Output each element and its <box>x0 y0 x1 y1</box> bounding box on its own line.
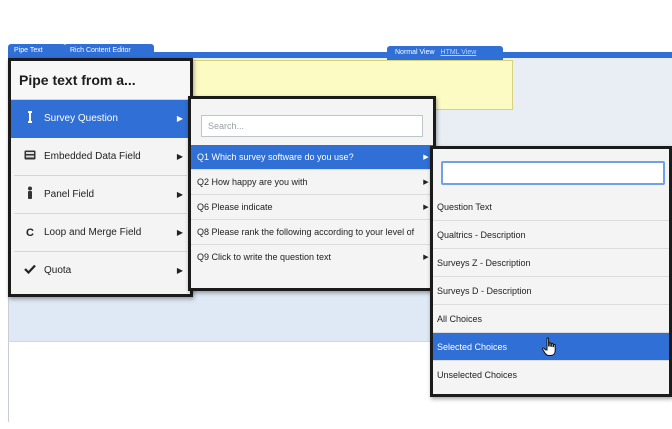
field-item-qualtrics-description[interactable]: Qualtrics - Description <box>433 221 669 249</box>
submenu-arrow-icon: ▶ <box>176 228 184 237</box>
field-item-surveys-d-description[interactable]: Surveys D - Description <box>433 277 669 305</box>
hand-cursor-icon <box>541 337 559 357</box>
question-search-wrap <box>191 99 433 145</box>
field-filter-wrap <box>433 149 669 193</box>
field-item-unselected-choices[interactable]: Unselected Choices <box>433 361 669 388</box>
panel-field-icon <box>20 186 40 203</box>
normal-view-tab[interactable]: Normal View <box>395 49 435 56</box>
view-toggle: Normal View HTML View <box>387 46 503 60</box>
checkmark-icon <box>20 264 40 277</box>
submenu-arrow-icon: ▶ <box>176 190 184 199</box>
embedded-data-icon <box>20 150 40 163</box>
menu-item-quota[interactable]: Quota ▶ <box>14 252 187 289</box>
question-item-label: Q9 Click to write the question text <box>197 252 332 262</box>
question-item-label: Q2 How happy are you with <box>197 177 308 187</box>
question-submenu: Q1 Which survey software do you use? ▶ Q… <box>188 96 436 291</box>
editor-tab-rich-content[interactable]: Rich Content Editor <box>64 44 154 58</box>
menu-item-loop-merge-field[interactable]: C Loop and Merge Field ▶ <box>14 214 187 252</box>
question-item-label: Q6 Please indicate <box>197 202 273 212</box>
field-item-label: Selected Choices <box>437 341 508 352</box>
menu-item-panel-field[interactable]: Panel Field ▶ <box>14 176 187 214</box>
question-search-input[interactable] <box>201 115 423 137</box>
menu-item-label: Loop and Merge Field <box>44 227 142 238</box>
submenu-arrow-icon: ▶ <box>176 266 184 275</box>
menu-item-embedded-data-field[interactable]: Embedded Data Field ▶ <box>14 138 187 176</box>
loop-merge-icon: C <box>26 226 34 239</box>
question-item-q8[interactable]: Q8 Please rank the following according t… <box>191 220 433 245</box>
question-item-label: Q8 Please rank the following according t… <box>197 227 415 237</box>
field-filter-input[interactable] <box>441 161 665 185</box>
pipe-text-menu-title: Pipe text from a... <box>11 61 190 100</box>
field-item-question-text[interactable]: Question Text <box>433 193 669 221</box>
menu-item-label: Panel Field <box>44 189 95 200</box>
question-item-q9[interactable]: Q9 Click to write the question text ▶ <box>191 245 433 269</box>
menu-item-label: Survey Question <box>44 113 118 124</box>
menu-item-label: Quota <box>44 265 72 276</box>
menu-item-survey-question[interactable]: Survey Question ▶ <box>11 100 190 138</box>
field-item-selected-choices[interactable]: Selected Choices <box>433 333 669 361</box>
submenu-arrow-icon: ▶ <box>176 114 184 123</box>
survey-question-icon <box>20 110 40 127</box>
html-view-link[interactable]: HTML View <box>441 49 477 56</box>
question-item-label: Q1 Which survey software do you use? <box>197 152 354 162</box>
question-item-q1[interactable]: Q1 Which survey software do you use? ▶ <box>191 145 433 170</box>
field-submenu: Question Text Qualtrics - Description Su… <box>430 146 672 397</box>
question-item-q6[interactable]: Q6 Please indicate ▶ <box>191 195 433 220</box>
field-item-surveys-z-description[interactable]: Surveys Z - Description <box>433 249 669 277</box>
menu-item-label: Embedded Data Field <box>44 151 141 162</box>
question-item-q2[interactable]: Q2 How happy are you with ▶ <box>191 170 433 195</box>
editor-tab-pipe-text[interactable]: Pipe Text <box>8 44 66 58</box>
pipe-text-menu: Pipe text from a... Survey Question ▶ Em… <box>8 58 193 297</box>
submenu-arrow-icon: ▶ <box>176 152 184 161</box>
field-item-all-choices[interactable]: All Choices <box>433 305 669 333</box>
